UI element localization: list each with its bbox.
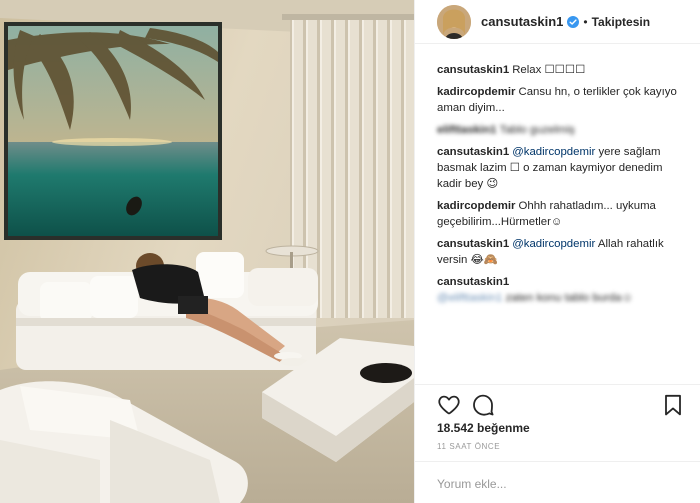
post-photo[interactable] bbox=[0, 0, 414, 503]
comment-item: cansutaskin1 Relax ☐☐☐☐ bbox=[437, 62, 687, 78]
avatar-image bbox=[437, 4, 471, 39]
comment-username[interactable]: cansutaskin1 bbox=[437, 64, 509, 76]
comment-mention[interactable]: @kadircopdemir bbox=[512, 238, 595, 250]
comment-item: kadircopdemir Cansu hn, o terlikler çok k… bbox=[437, 84, 687, 116]
comment-text: Tablo guzelmiş bbox=[499, 124, 575, 136]
verified-badge-icon bbox=[567, 15, 580, 28]
post-timestamp[interactable]: 11 SAAT ÖNCE bbox=[437, 442, 500, 451]
post-header: cansutaskin1 • Takiptesin bbox=[415, 0, 700, 44]
comment-text: Relax ☐☐☐☐ bbox=[512, 64, 586, 76]
add-comment-area bbox=[415, 461, 700, 503]
post-actions: 18.542 beğenme 11 SAAT ÖNCE bbox=[415, 384, 700, 503]
comment-username[interactable]: cansutaskin1 bbox=[437, 276, 509, 288]
comment-item: cansutaskin1 @elifttaskin1 zaten konu tab… bbox=[437, 274, 687, 306]
comment-input[interactable] bbox=[437, 474, 677, 494]
comment-mention[interactable]: @elifttaskin1 bbox=[437, 292, 502, 304]
bookmark-icon[interactable] bbox=[661, 393, 685, 417]
comment-username[interactable]: elifttaskin1 bbox=[437, 124, 497, 136]
post-sidebar: cansutaskin1 • Takiptesin cansutaskin1 Re… bbox=[414, 0, 700, 503]
like-count[interactable]: 18.542 beğenme bbox=[437, 421, 530, 435]
action-icons bbox=[437, 393, 685, 419]
follow-status-button[interactable]: Takiptesin bbox=[592, 15, 650, 29]
comment-username[interactable]: cansutaskin1 bbox=[437, 146, 509, 158]
comment-item: kadircopdemir Ohhh rahatladım... uykuma g… bbox=[437, 198, 687, 230]
comment-item: cansutaskin1 @kadircopdemir yere sağlam b… bbox=[437, 144, 687, 192]
comment-item: cansutaskin1 @kadircopdemir Allah rahatlı… bbox=[437, 236, 687, 268]
avatar[interactable] bbox=[437, 4, 471, 39]
header-separator: • bbox=[583, 14, 588, 29]
comment-username[interactable]: kadircopdemir bbox=[437, 200, 516, 212]
comment-text: zaten konu tablo burda☺ bbox=[505, 292, 634, 304]
post-username[interactable]: cansutaskin1 bbox=[481, 14, 563, 29]
heart-icon[interactable] bbox=[437, 393, 461, 417]
comment-username[interactable]: cansutaskin1 bbox=[437, 238, 509, 250]
comment-mention[interactable]: @kadircopdemir bbox=[512, 146, 595, 158]
photo-scene bbox=[0, 0, 414, 503]
comment-item-blurred: elifttaskin1 Tablo guzelmiş bbox=[437, 122, 687, 138]
comment-username[interactable]: kadircopdemir bbox=[437, 86, 516, 98]
comment-list: cansutaskin1 Relax ☐☐☐☐ kadircopdemir Cans… bbox=[437, 62, 687, 312]
comment-icon[interactable] bbox=[471, 393, 495, 417]
